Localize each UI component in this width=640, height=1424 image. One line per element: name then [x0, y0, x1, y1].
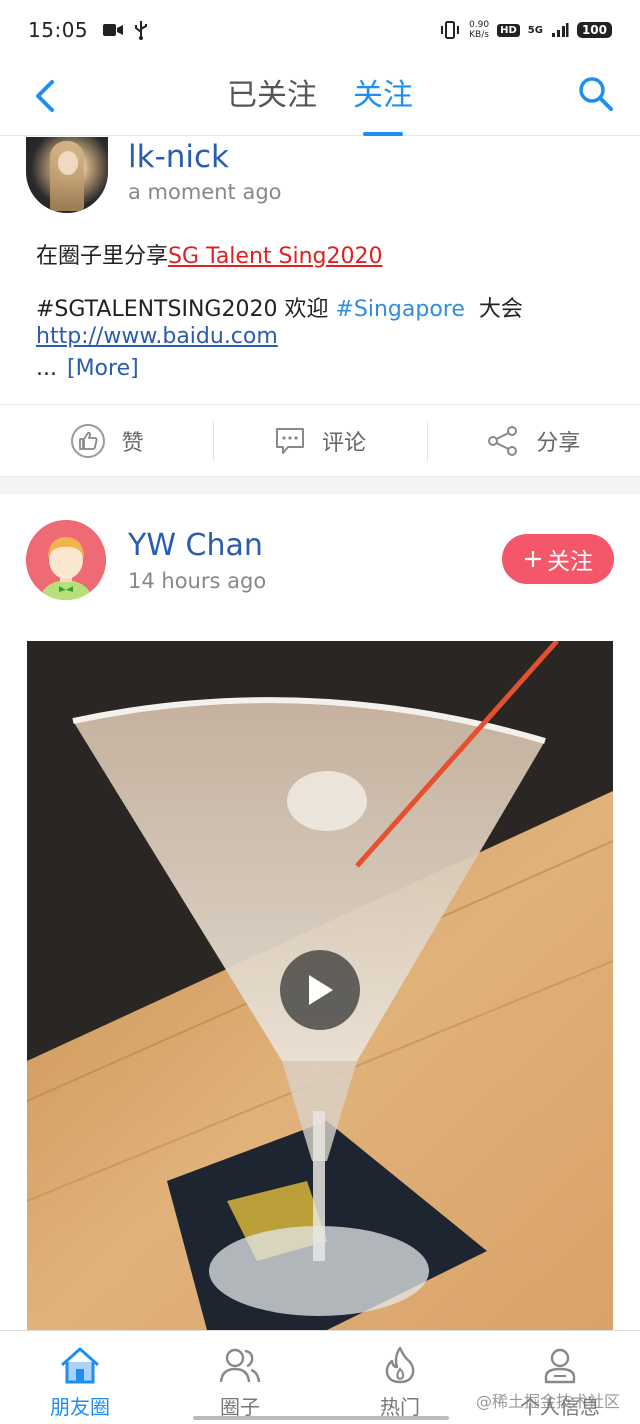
tab-followed[interactable]: 已关注 [225, 60, 319, 136]
nav-item-hot[interactable]: 热门 [320, 1331, 480, 1424]
person-icon [544, 1348, 576, 1384]
comment-icon [275, 427, 304, 454]
fire-icon [385, 1346, 415, 1384]
post-text-segment: 欢迎 [284, 297, 329, 322]
tab-bar: 已关注 关注 [0, 60, 640, 136]
post-url-link[interactable]: http://www.baidu.com [36, 324, 278, 349]
ellipsis: ... [36, 356, 57, 381]
net-speed-value: 0.90 [469, 20, 490, 30]
network-badge: 5G [527, 24, 543, 36]
play-button[interactable] [280, 950, 360, 1030]
play-icon [309, 975, 333, 1005]
net-speed-unit: KB/s [469, 30, 489, 40]
hd-badge: HD [497, 23, 520, 37]
status-time: 15:05 [28, 18, 89, 42]
nav-item-circles[interactable]: 圈子 [160, 1331, 320, 1424]
post-username[interactable]: YW Chan [128, 528, 263, 563]
group-icon [219, 1348, 261, 1383]
circle-link[interactable]: SG Talent Sing2020 [168, 244, 382, 269]
post-username[interactable]: lk-nick [128, 139, 229, 175]
status-bar: 15:05 0.90 KB/s HD 5G 100 [0, 0, 640, 60]
status-left-icons [102, 20, 148, 40]
video-thumbnail[interactable] [27, 641, 613, 1330]
usb-icon [135, 21, 148, 40]
post-timestamp: 14 hours ago [128, 569, 267, 593]
like-label: 赞 [121, 430, 144, 456]
net-speed: 0.90 KB/s [469, 20, 489, 40]
post-text-segment: 大会 [478, 297, 523, 322]
avatar-face-shape [58, 151, 78, 175]
search-icon [579, 77, 613, 111]
vibrate-icon [441, 21, 460, 39]
hashtag-plain: #SGTALENTSING2020 [36, 297, 278, 322]
feed-post: lk-nick a moment ago 在圈子里分享SG Talent Sin… [0, 137, 640, 403]
plus-icon [525, 551, 541, 567]
feed-divider [0, 476, 640, 494]
more-link[interactable]: [More] [67, 356, 139, 381]
hashtag-link[interactable]: #Singapore [335, 297, 464, 322]
avatar[interactable] [26, 520, 106, 600]
avatar[interactable] [26, 137, 108, 213]
search-button[interactable] [576, 74, 616, 114]
share-prefix: 在圈子里分享 [36, 244, 169, 269]
nav-item-moments[interactable]: 朋友圈 [0, 1331, 160, 1424]
battery-level: 100 [576, 22, 612, 38]
feed-post: YW Chan 14 hours ago 关注 [0, 494, 640, 1330]
share-label: 分享 [536, 430, 581, 456]
comment-button[interactable]: 评论 [213, 405, 426, 476]
home-indicator[interactable] [193, 1416, 449, 1420]
nav-label-moments: 朋友圈 [50, 1395, 110, 1419]
post-more-line: ... [More] [36, 356, 139, 381]
comment-label: 评论 [321, 430, 366, 456]
post-timestamp: a moment ago [128, 180, 282, 204]
home-icon [61, 1347, 99, 1384]
follow-button[interactable]: 关注 [502, 534, 614, 584]
follow-label: 关注 [547, 549, 593, 575]
top-nav: 已关注 关注 [0, 60, 640, 136]
thumbs-up-icon [70, 423, 105, 458]
share-button[interactable]: 分享 [426, 405, 640, 476]
watermark: @稀土掘金技术社区 [475, 1392, 620, 1411]
like-button[interactable]: 赞 [0, 405, 213, 476]
post-text: #SGTALENTSING2020 欢迎 #Singapore 大会 [36, 291, 523, 323]
cartoon-boy-avatar-icon [26, 520, 106, 600]
status-right-icons: 0.90 KB/s HD 5G 100 [439, 20, 612, 40]
post-share-line: 在圈子里分享SG Talent Sing2020 [36, 238, 382, 270]
video-recorder-icon [103, 24, 124, 36]
signal-icon [551, 23, 569, 37]
post-action-bar: 赞 评论 分享 [0, 404, 640, 476]
tab-follow[interactable]: 关注 [351, 60, 415, 136]
share-icon [488, 425, 518, 456]
